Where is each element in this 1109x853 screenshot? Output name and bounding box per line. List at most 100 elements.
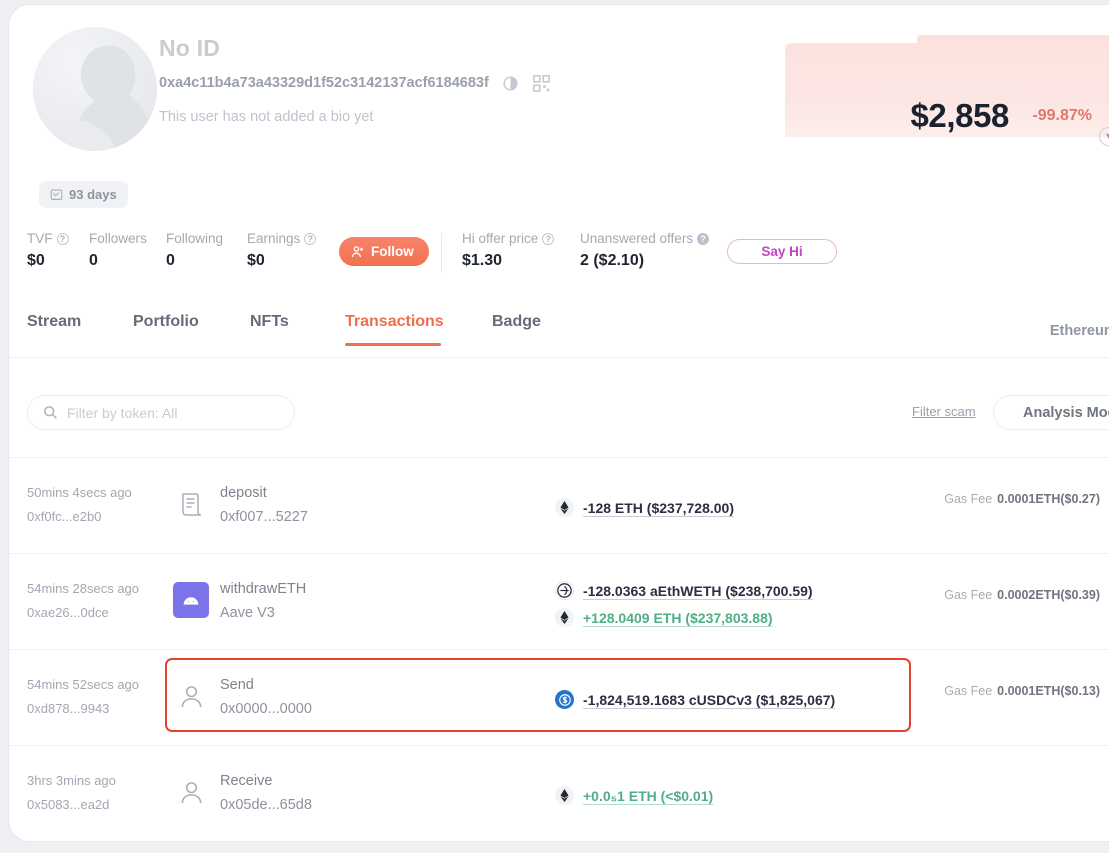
stat-label: Followers bbox=[89, 231, 147, 246]
tab-nfts[interactable]: NFTs bbox=[250, 313, 289, 331]
tx-timestamp: 54mins 52secs ago bbox=[27, 677, 140, 692]
table-row[interactable]: 54mins 28secs ago 0xae26...0dce withdraw… bbox=[9, 553, 1109, 649]
chain-selector-label: Ethereum bbox=[1049, 323, 1109, 339]
tx-hash[interactable]: 0xae26...0dce bbox=[27, 605, 109, 620]
aave-icon bbox=[173, 582, 209, 618]
table-row[interactable]: 50mins 4secs ago 0xf0fc...e2b0 deposit 0… bbox=[9, 457, 1109, 553]
gas-fee-label: Gas Fee bbox=[944, 588, 993, 602]
search-placeholder: Filter by token: All bbox=[67, 404, 178, 421]
asset-row: -128 ETH ($237,728.00) bbox=[555, 494, 734, 521]
follow-button[interactable]: Follow bbox=[339, 237, 429, 266]
say-hi-button[interactable]: Say Hi bbox=[727, 239, 837, 264]
follow-button-label: Follow bbox=[371, 244, 414, 259]
stat-followers: Followers 0 bbox=[89, 231, 147, 270]
stat-value: $0 bbox=[247, 252, 265, 269]
info-icon[interactable]: ? bbox=[304, 232, 317, 245]
gas-fee bbox=[1095, 780, 1100, 794]
gas-fee-value: 0.0001ETH($0.13) bbox=[997, 684, 1100, 698]
info-icon[interactable]: ? bbox=[542, 232, 555, 245]
tx-assets: +0.0₅1 ETH (<$0.01) bbox=[555, 782, 713, 809]
days-badge: 93 days bbox=[39, 181, 128, 208]
analysis-mode-toggle[interactable]: Analysis Mode bbox=[993, 395, 1109, 430]
balance-expand-chevron-down-icon[interactable]: ▾ bbox=[1099, 127, 1109, 146]
gas-fee: Gas Fee 0.0001ETH($0.13) bbox=[944, 684, 1100, 698]
stat-label: Following bbox=[166, 231, 224, 246]
tab-active-indicator bbox=[345, 343, 441, 346]
calendar-icon bbox=[50, 189, 63, 200]
tx-method: Send bbox=[220, 677, 254, 693]
tx-counterparty[interactable]: Aave V3 bbox=[220, 605, 275, 621]
stat-label: TVF bbox=[27, 231, 53, 246]
tab-portfolio[interactable]: Portfolio bbox=[133, 313, 199, 331]
tab-bar-divider bbox=[9, 357, 1109, 358]
say-hi-label: Say Hi bbox=[761, 244, 803, 259]
tx-assets: -128.0363 aEthWETH ($238,700.59) +128.04… bbox=[555, 577, 813, 631]
info-icon[interactable]: ? bbox=[56, 232, 69, 245]
tx-hash[interactable]: 0x5083...ea2d bbox=[27, 797, 109, 812]
stat-following: Following 0 bbox=[166, 231, 223, 270]
stat-hi-offer-price: Hi offer price? $1.30 bbox=[462, 231, 555, 270]
eth-icon bbox=[555, 608, 574, 627]
asset-amount[interactable]: +0.0₅1 ETH (<$0.01) bbox=[583, 788, 713, 804]
stat-value: 2 ($2.10) bbox=[580, 252, 645, 269]
asset-row: +128.0409 ETH ($237,803.88) bbox=[555, 604, 813, 631]
tx-counterparty[interactable]: 0xf007...5227 bbox=[220, 509, 308, 525]
page-title: No ID bbox=[159, 35, 221, 61]
search-input[interactable]: Filter by token: All bbox=[27, 395, 295, 430]
tx-counterparty[interactable]: 0x05de...65d8 bbox=[220, 797, 312, 813]
stat-label: Unanswered offers bbox=[580, 231, 694, 246]
avatar[interactable] bbox=[33, 27, 157, 151]
chain-selector[interactable]: Ethereum ▾ bbox=[1050, 323, 1109, 339]
asset-amount[interactable]: -128.0363 aEthWETH ($238,700.59) bbox=[583, 583, 813, 599]
search-icon bbox=[44, 406, 57, 419]
aethweth-icon bbox=[555, 581, 574, 600]
qr-code-icon[interactable] bbox=[533, 75, 550, 92]
gas-fee-label: Gas Fee bbox=[944, 492, 993, 506]
stat-value: 0 bbox=[89, 252, 98, 269]
balance-change: -99.87% bbox=[1032, 107, 1092, 124]
copy-icon[interactable] bbox=[502, 75, 519, 92]
stat-value: $0 bbox=[27, 252, 45, 269]
asset-amount[interactable]: +128.0409 ETH ($237,803.88) bbox=[583, 610, 773, 626]
tx-timestamp: 54mins 28secs ago bbox=[27, 581, 140, 596]
table-row[interactable]: 3hrs 3mins ago 0x5083...ea2d Receive 0x0… bbox=[9, 745, 1109, 841]
eth-icon bbox=[555, 786, 574, 805]
asset-row: -1,824,519.1683 cUSDCv3 ($1,825,067) bbox=[555, 686, 835, 713]
tx-assets: -128 ETH ($237,728.00) bbox=[555, 494, 734, 521]
tx-counterparty[interactable]: 0x0000...0000 bbox=[220, 701, 312, 717]
table-row[interactable]: 54mins 52secs ago 0xd878...9943 Send 0x0… bbox=[9, 649, 1109, 745]
stats-divider bbox=[441, 233, 442, 273]
profile-bio: This user has not added a bio yet bbox=[159, 109, 374, 125]
person-icon bbox=[173, 678, 209, 714]
gas-fee-value: 0.0002ETH($0.39) bbox=[997, 588, 1100, 602]
wallet-profile-page: No ID 0xa4c11b4a73a43329d1f52c3142137acf… bbox=[0, 0, 1109, 853]
tx-method: Receive bbox=[220, 773, 273, 789]
contract-document-icon bbox=[173, 486, 209, 522]
person-icon bbox=[173, 774, 209, 810]
tx-hash[interactable]: 0xd878...9943 bbox=[27, 701, 109, 716]
wallet-address[interactable]: 0xa4c11b4a73a43329d1f52c3142137acf618468… bbox=[159, 75, 489, 91]
tx-assets: -1,824,519.1683 cUSDCv3 ($1,825,067) bbox=[555, 686, 835, 713]
eth-icon bbox=[555, 498, 574, 517]
stat-label: Earnings bbox=[247, 231, 301, 246]
stat-label: Hi offer price bbox=[462, 231, 539, 246]
asset-amount[interactable]: -1,824,519.1683 cUSDCv3 ($1,825,067) bbox=[583, 692, 835, 708]
usdc-icon bbox=[555, 690, 574, 709]
asset-row: -128.0363 aEthWETH ($238,700.59) bbox=[555, 577, 813, 604]
default-avatar-icon bbox=[65, 45, 153, 151]
tab-badge[interactable]: Badge bbox=[492, 313, 541, 331]
balance-amount: $2,858 bbox=[910, 97, 1009, 134]
balance-banner: $2,858 -99.87% ▾ bbox=[785, 43, 1109, 146]
stat-value: 0 bbox=[166, 252, 175, 269]
asset-amount[interactable]: -128 ETH ($237,728.00) bbox=[583, 500, 734, 516]
tab-stream[interactable]: Stream bbox=[27, 313, 81, 331]
tx-timestamp: 50mins 4secs ago bbox=[27, 485, 132, 500]
tx-hash[interactable]: 0xf0fc...e2b0 bbox=[27, 509, 101, 524]
stats-row: TVF? $0 Followers 0 Following 0 Earnings… bbox=[9, 231, 1109, 277]
tab-transactions[interactable]: Transactions bbox=[345, 313, 444, 331]
stat-unanswered-offers: Unanswered offers? 2 ($2.10) bbox=[580, 231, 710, 270]
person-add-icon bbox=[351, 245, 364, 257]
filter-scam-link[interactable]: Filter scam bbox=[912, 404, 976, 419]
stat-value: $1.30 bbox=[462, 252, 503, 269]
info-icon[interactable]: ? bbox=[697, 232, 710, 245]
